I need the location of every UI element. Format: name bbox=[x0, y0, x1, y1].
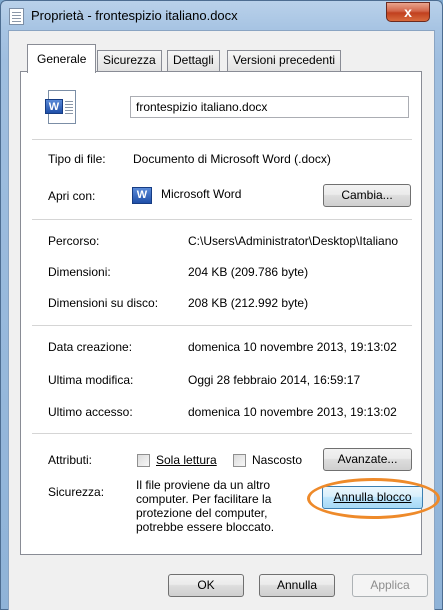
security-label: Sicurezza: bbox=[48, 485, 105, 499]
created-label: Data creazione: bbox=[48, 340, 133, 354]
separator bbox=[32, 219, 412, 220]
title-bar[interactable]: Proprietà - frontespizio italiano.docx x bbox=[1, 1, 442, 31]
highlight-annotation bbox=[307, 478, 440, 519]
modified-label: Ultima modifica: bbox=[48, 373, 134, 387]
readonly-checkbox[interactable] bbox=[137, 454, 150, 467]
hidden-label[interactable]: Nascosto bbox=[252, 453, 302, 467]
apply-button[interactable]: Applica bbox=[352, 574, 428, 597]
file-name-field[interactable]: frontespizio italiano.docx bbox=[130, 96, 409, 118]
location-label: Percorso: bbox=[48, 234, 100, 248]
accessed-value: domenica 10 novembre 2013, 19:13:02 bbox=[188, 405, 397, 419]
open-with-app: Microsoft Word bbox=[161, 187, 242, 201]
change-button[interactable]: Cambia... bbox=[323, 184, 411, 207]
close-button[interactable]: x bbox=[386, 2, 430, 22]
size-on-disk-value: 208 KB (212.992 byte) bbox=[188, 296, 309, 310]
cancel-button[interactable]: Annulla bbox=[259, 574, 335, 597]
advanced-button[interactable]: Avanzate... bbox=[323, 448, 412, 471]
separator bbox=[32, 325, 412, 326]
attributes-label: Attributi: bbox=[48, 453, 93, 467]
security-message: Il file proviene da un altro computer. P… bbox=[136, 478, 314, 534]
word-icon: W bbox=[132, 187, 152, 204]
accessed-label: Ultimo accesso: bbox=[48, 405, 133, 419]
modified-value: Oggi 28 febbraio 2014, 16:59:17 bbox=[188, 373, 361, 387]
size-label: Dimensioni: bbox=[48, 265, 111, 279]
tab-dettagli[interactable]: Dettagli bbox=[167, 50, 220, 71]
open-with-label: Apri con: bbox=[48, 189, 96, 203]
hidden-checkbox[interactable] bbox=[233, 454, 246, 467]
readonly-label[interactable]: Sola lettura bbox=[156, 453, 217, 467]
tab-versioni-precedenti[interactable]: Versioni precedenti bbox=[227, 50, 342, 71]
tab-sicurezza[interactable]: Sicurezza bbox=[97, 50, 162, 71]
security-message-line: protezione del computer, bbox=[136, 506, 268, 520]
file-type-label: Tipo di file: bbox=[48, 152, 106, 166]
created-value: domenica 10 novembre 2013, 19:13:02 bbox=[188, 340, 397, 354]
ok-button[interactable]: OK bbox=[168, 574, 244, 597]
separator bbox=[32, 433, 412, 434]
file-type-value: Documento di Microsoft Word (.docx) bbox=[133, 152, 331, 166]
separator bbox=[32, 139, 412, 140]
word-document-icon: W bbox=[45, 90, 76, 124]
window-title: Proprietà - frontespizio italiano.docx bbox=[31, 8, 238, 23]
document-icon bbox=[9, 8, 24, 25]
security-message-line: Il file proviene da un altro bbox=[136, 478, 271, 492]
size-on-disk-label: Dimensioni su disco: bbox=[48, 296, 159, 310]
location-value: C:\Users\Administrator\Desktop\Italiano bbox=[188, 234, 399, 248]
security-message-line: computer. Per facilitare la bbox=[136, 492, 272, 506]
tab-generale[interactable]: Generale bbox=[27, 44, 97, 73]
security-message-line: potrebbe essere bloccato. bbox=[136, 520, 275, 534]
size-value: 204 KB (209.786 byte) bbox=[188, 265, 309, 279]
